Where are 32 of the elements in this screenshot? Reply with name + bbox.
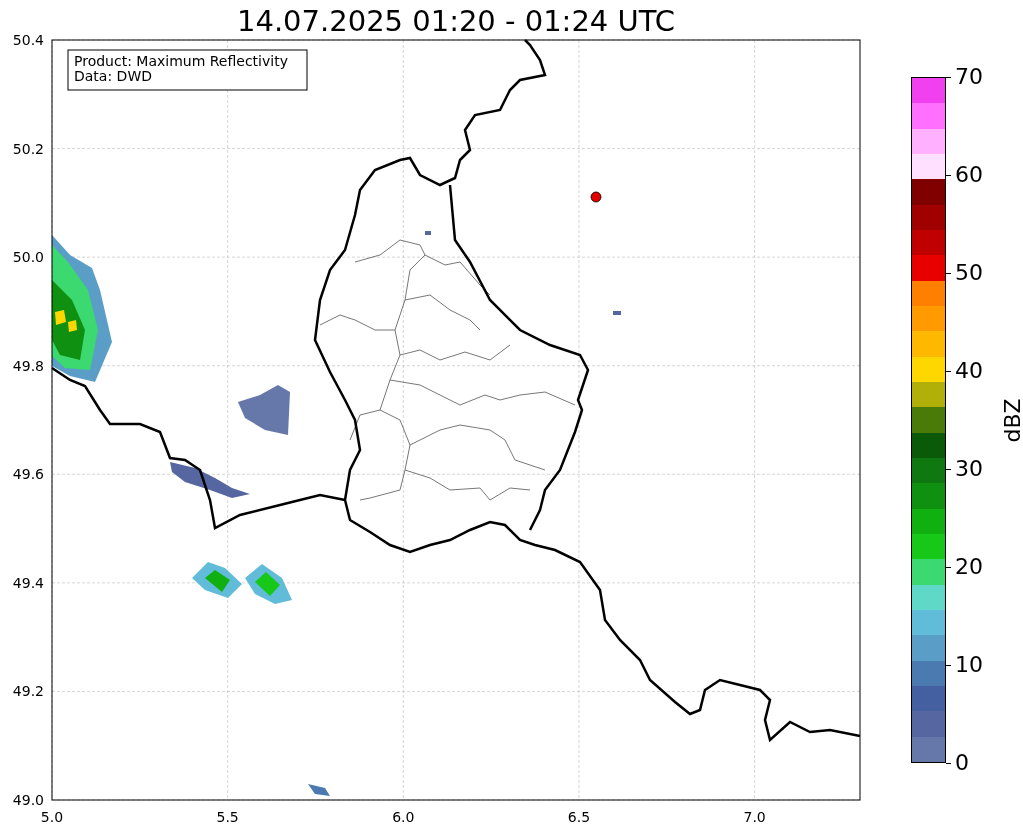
axis-tick-label: 49.4 — [12, 574, 44, 591]
colorbar-tick-label: 50 — [955, 260, 983, 286]
axis-tick-label: 49.0 — [12, 792, 44, 808]
chart-title: 14.07.2025 01:20 - 01:24 UTC — [236, 3, 676, 30]
radar-echo — [245, 564, 292, 604]
axis-tick-label: 49.6 — [12, 466, 44, 483]
colorbar-tick-label: 20 — [955, 554, 983, 580]
colorbar-tick-label: 70 — [955, 64, 983, 90]
colorbar-tick-label: 40 — [955, 358, 983, 384]
info-text: Product: Maximum Reflectivity — [74, 53, 288, 69]
axis-tick-label: 50.2 — [12, 140, 44, 157]
radar-echo — [192, 562, 242, 598]
colorbar-tick-label: 30 — [955, 456, 983, 482]
axis-tick-label: 49.8 — [12, 357, 44, 374]
axis-tick-label: 6.5 — [567, 809, 591, 825]
colorbar-tick-label: 10 — [955, 652, 983, 678]
radar-echo — [425, 231, 431, 235]
colorbar-tick-label: 0 — [955, 750, 969, 776]
radar-echo — [613, 311, 621, 315]
radar-echo — [238, 385, 290, 435]
axis-tick-label: 5.5 — [216, 809, 239, 825]
info-text: Data: DWD — [74, 68, 152, 84]
axis-tick-label: 7.0 — [743, 809, 766, 825]
colorbar-label: dBZ — [999, 397, 1023, 443]
axis-tick-label: 50.0 — [12, 249, 44, 266]
radar-echo — [308, 784, 330, 796]
location-marker — [590, 191, 602, 203]
axis-tick-label: 5.0 — [40, 809, 64, 825]
axis-tick-label: 49.2 — [12, 683, 44, 700]
axis-tick-label: 6.0 — [392, 809, 415, 825]
axis-tick-label: 50.4 — [12, 32, 44, 48]
colorbar-tick-label: 60 — [955, 162, 983, 188]
